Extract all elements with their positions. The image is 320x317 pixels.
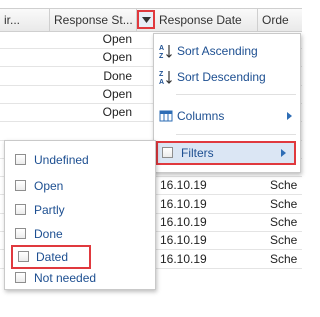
filter-option-partly[interactable]: Partly: [5, 199, 155, 221]
submenu-arrow-icon: [281, 149, 286, 157]
svg-text:A: A: [159, 45, 164, 52]
filter-option-not-needed[interactable]: Not needed: [5, 267, 155, 289]
table-cell-date: 16.10.19: [160, 178, 207, 193]
table-cell-date: 16.10.19: [160, 215, 207, 229]
svg-text:A: A: [159, 79, 164, 85]
filter-option-open[interactable]: Open: [5, 175, 155, 197]
chevron-down-icon: [142, 17, 151, 23]
menu-item-columns[interactable]: Columns: [154, 104, 300, 128]
table-cell-status: Done: [103, 68, 132, 83]
filter-option-label: Done: [34, 227, 63, 241]
table-cell-order: Sche: [270, 196, 298, 211]
table-cell-status: Open: [102, 105, 132, 120]
menu-item-label: Sort Ascending: [177, 44, 258, 58]
menu-item-label: Sort Descending: [177, 70, 266, 84]
filter-option-label: Partly: [34, 203, 65, 217]
checkbox[interactable]: [15, 154, 26, 165]
menu-item-label: Filters: [181, 146, 214, 160]
svg-text:Z: Z: [159, 53, 164, 59]
checkbox[interactable]: [15, 204, 26, 215]
table-cell-date: 16.10.19: [160, 196, 207, 211]
column-context-menu: A Z Sort Ascending Z A Sort Descending C…: [153, 33, 301, 173]
table-cell-status: Open: [102, 32, 132, 46]
columns-icon: [159, 110, 173, 122]
checkbox[interactable]: [15, 228, 26, 239]
checkbox[interactable]: [15, 272, 26, 283]
filters-submenu: Undefined Open Partly Done Dated Not nee…: [4, 140, 156, 290]
filter-option-label: Not needed: [34, 271, 97, 285]
checkbox[interactable]: [15, 180, 26, 191]
table-cell-date: 16.10.19: [160, 233, 207, 248]
menu-item-sort-ascending[interactable]: A Z Sort Ascending: [154, 39, 300, 63]
filter-option-label: Undefined: [34, 153, 89, 167]
sort-ascending-icon: A Z: [159, 45, 172, 59]
checkbox-icon[interactable]: [162, 147, 173, 158]
table-cell-order: Sche: [270, 215, 298, 229]
column-header-1[interactable]: ir...: [0, 9, 50, 31]
svg-text:Z: Z: [159, 71, 164, 78]
menu-separator: [176, 94, 296, 95]
filter-option-dated[interactable]: Dated: [11, 245, 91, 269]
filter-option-label: Dated: [36, 250, 69, 264]
table-cell-date: 16.10.19: [160, 251, 207, 266]
column-header-response-date[interactable]: Response Date: [155, 9, 258, 31]
table-cell-status: Open: [102, 50, 132, 65]
table-cell-order: Sche: [270, 178, 298, 193]
checkbox[interactable]: [18, 251, 29, 262]
submenu-arrow-icon: [287, 112, 292, 120]
menu-separator: [176, 134, 296, 135]
table-cell-status: [52, 122, 132, 140]
filter-option-done[interactable]: Done: [5, 223, 155, 245]
column-header-order[interactable]: Orde: [258, 9, 302, 31]
menu-item-filters[interactable]: Filters: [156, 141, 296, 165]
column-header-response-status[interactable]: Response St...: [50, 9, 137, 31]
table-cell-status: Open: [102, 86, 132, 101]
filter-option-label: Open: [34, 179, 64, 193]
table-cell-order: Sche: [270, 233, 298, 248]
filter-option-undefined[interactable]: Undefined: [5, 149, 155, 171]
table-cell-order: Sche: [270, 251, 298, 266]
menu-item-label: Columns: [177, 109, 225, 123]
sort-descending-icon: Z A: [159, 71, 172, 85]
menu-item-sort-descending[interactable]: Z A Sort Descending: [154, 65, 300, 89]
column-menu-trigger-button[interactable]: [137, 10, 155, 29]
